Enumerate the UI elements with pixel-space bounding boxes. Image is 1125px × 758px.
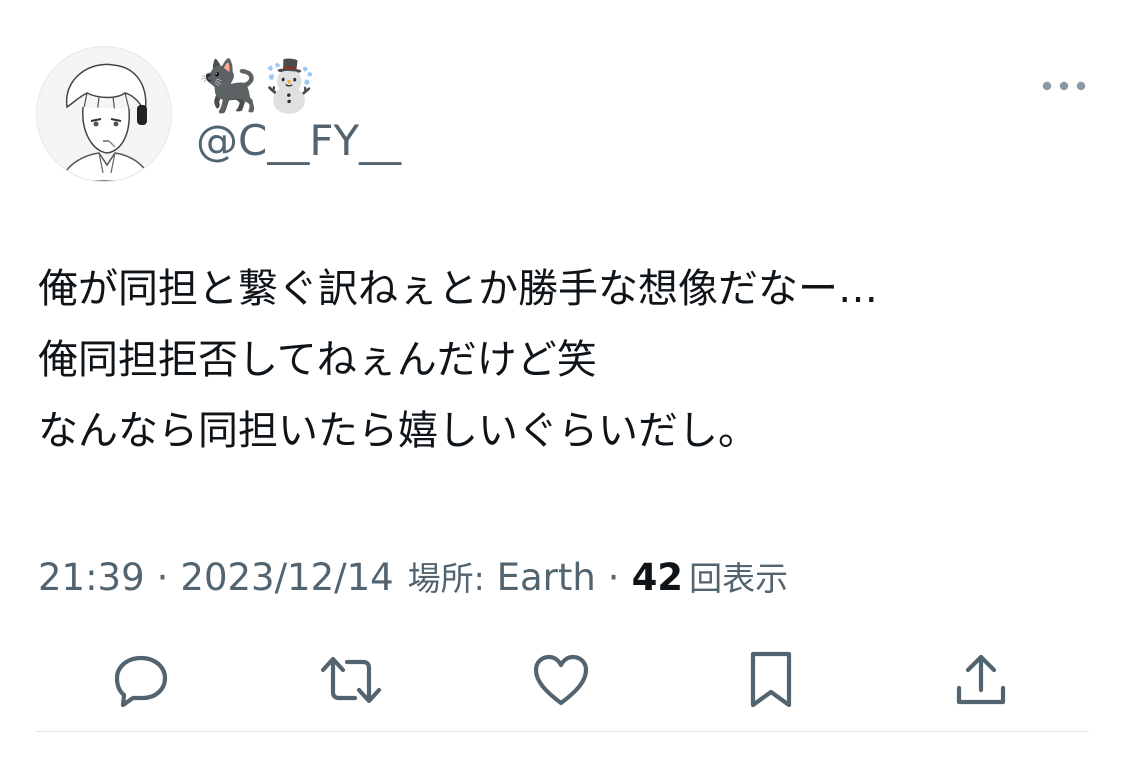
tweet-time[interactable]: 21:39: [38, 556, 145, 599]
heart-icon: [533, 654, 589, 706]
avatar[interactable]: [36, 46, 172, 182]
reply-button[interactable]: [101, 640, 181, 720]
reply-icon: [114, 655, 168, 708]
bookmark-button[interactable]: [731, 640, 811, 720]
tweet-text-line: 俺同担拒否してねぇんだけど笑: [38, 337, 597, 383]
tweet-text-line: なんなら同担いたら嬉しいぐらいだし。: [38, 408, 758, 454]
more-horizontal-icon: [1042, 81, 1086, 91]
tweet-date[interactable]: 2023/12/14: [180, 556, 393, 599]
meta-separator: ·: [156, 556, 169, 599]
location-label: 場所:: [407, 559, 485, 598]
more-options-button[interactable]: [1034, 70, 1094, 102]
retweet-icon: [320, 656, 382, 704]
avatar-image: [37, 47, 171, 181]
tweet-text: 俺が同担と繋ぐ訳ねぇとか勝手な想像だなー… 俺同担拒否してねぇんだけど笑 なんな…: [38, 254, 1098, 467]
bookmark-icon: [750, 651, 792, 708]
share-button[interactable]: [941, 640, 1021, 720]
share-icon: [956, 654, 1006, 705]
display-name[interactable]: 🐈‍⬛☃️: [196, 56, 321, 116]
meta-separator: ·: [607, 556, 620, 599]
location-value: Earth: [496, 556, 596, 599]
views-label: 回表示: [689, 559, 789, 598]
divider: [36, 731, 1089, 732]
action-bar: [0, 640, 1125, 720]
like-button[interactable]: [521, 640, 601, 720]
username[interactable]: @C__FY__: [196, 114, 401, 168]
retweet-button[interactable]: [311, 640, 391, 720]
tweet-text-line: 俺が同担と繋ぐ訳ねぇとか勝手な想像だなー…: [38, 266, 878, 312]
tweet-metadata: 21:39 · 2023/12/14 場所: Earth · 42 回表示: [38, 550, 788, 607]
views-count[interactable]: 42: [632, 556, 690, 599]
